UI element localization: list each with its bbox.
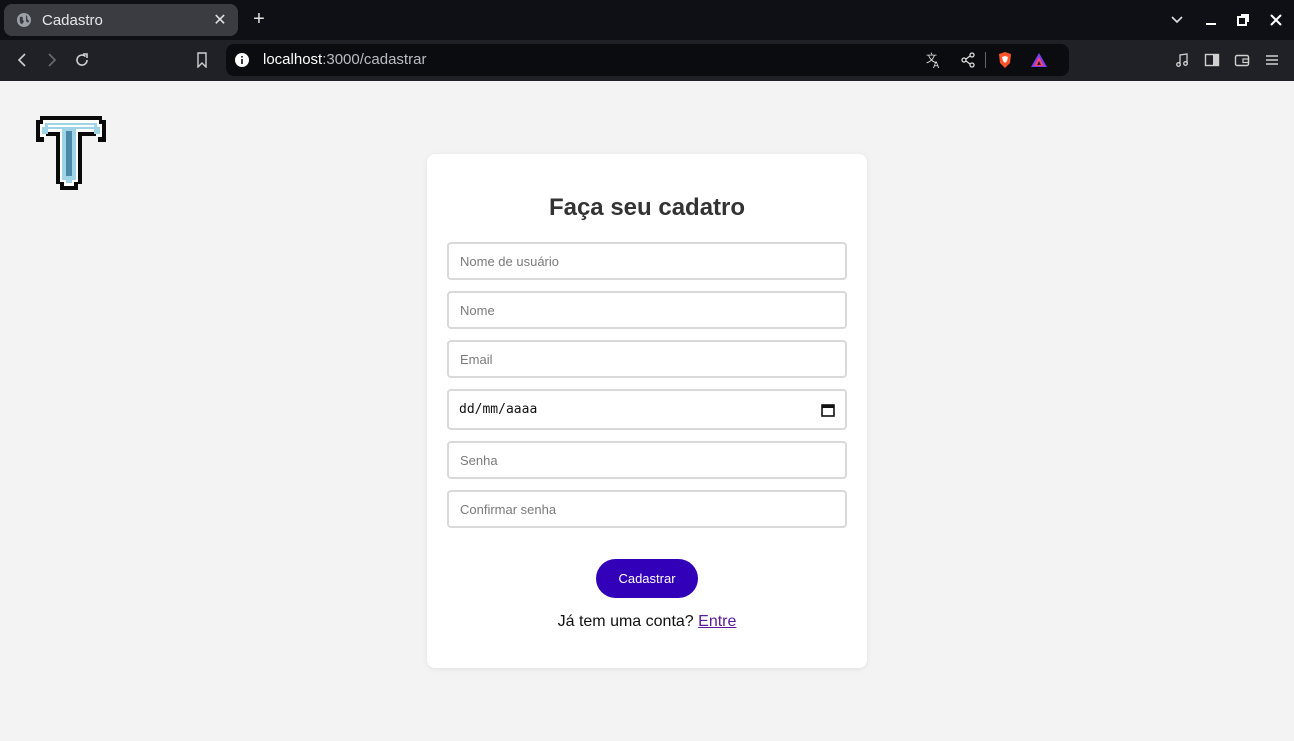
- translate-icon[interactable]: 文A: [924, 50, 944, 70]
- username-input[interactable]: [447, 242, 847, 280]
- globe-icon: [17, 13, 31, 27]
- logo-icon: [36, 116, 106, 190]
- close-tab-icon[interactable]: ✕: [212, 10, 228, 30]
- browser-toolbar: localhost:3000/cadastrar 文A: [0, 40, 1294, 81]
- back-icon[interactable]: [12, 50, 32, 70]
- restore-icon[interactable]: [1233, 10, 1253, 30]
- share-icon[interactable]: [958, 50, 978, 70]
- sidebar-icon[interactable]: [1202, 50, 1222, 70]
- tab-search-chevron-icon[interactable]: [1167, 10, 1187, 30]
- media-icon[interactable]: [1172, 50, 1192, 70]
- login-prompt-line: Já tem uma conta? Entre: [427, 613, 867, 631]
- email-input[interactable]: [447, 340, 847, 378]
- menu-icon[interactable]: [1262, 50, 1282, 70]
- login-prompt-text: Já tem uma conta?: [557, 613, 694, 630]
- register-button[interactable]: Cadastrar: [596, 559, 698, 598]
- tab-title: Cadastro: [42, 11, 103, 29]
- page-content: Faça seu cadatro dd/mm/aaaa Cadastrar Já…: [0, 81, 1294, 741]
- url-host: localhost: [263, 51, 323, 68]
- brave-shields-icon[interactable]: [995, 50, 1015, 70]
- bookmark-icon[interactable]: [192, 50, 212, 70]
- url-divider: [985, 52, 986, 68]
- address-bar[interactable]: localhost:3000/cadastrar 文A: [226, 44, 1069, 76]
- birthdate-value: dd/mm/aaaa: [459, 402, 538, 417]
- forward-icon[interactable]: [42, 50, 62, 70]
- close-window-icon[interactable]: [1266, 10, 1286, 30]
- confirm-password-input[interactable]: [447, 490, 847, 528]
- url-path: :3000/cadastrar: [322, 51, 427, 68]
- url-text: localhost:3000/cadastrar: [263, 51, 426, 68]
- wallet-icon[interactable]: [1232, 50, 1252, 70]
- page-title: Faça seu cadatro: [548, 194, 746, 221]
- login-link[interactable]: Entre: [698, 613, 736, 630]
- reload-icon[interactable]: [72, 50, 92, 70]
- password-input[interactable]: [447, 441, 847, 479]
- calendar-icon[interactable]: [821, 403, 835, 417]
- minimize-icon[interactable]: [1201, 10, 1221, 30]
- browser-tab-bar: Cadastro ✕ +: [0, 0, 1294, 40]
- birthdate-input[interactable]: dd/mm/aaaa: [447, 389, 847, 430]
- browser-tab[interactable]: Cadastro ✕: [4, 4, 238, 36]
- svg-text:A: A: [933, 61, 940, 69]
- site-info-icon[interactable]: [234, 52, 250, 68]
- signup-card: Faça seu cadatro dd/mm/aaaa Cadastrar Já…: [427, 154, 867, 668]
- new-tab-button[interactable]: +: [248, 8, 270, 30]
- name-input[interactable]: [447, 291, 847, 329]
- brave-rewards-icon[interactable]: [1029, 50, 1049, 70]
